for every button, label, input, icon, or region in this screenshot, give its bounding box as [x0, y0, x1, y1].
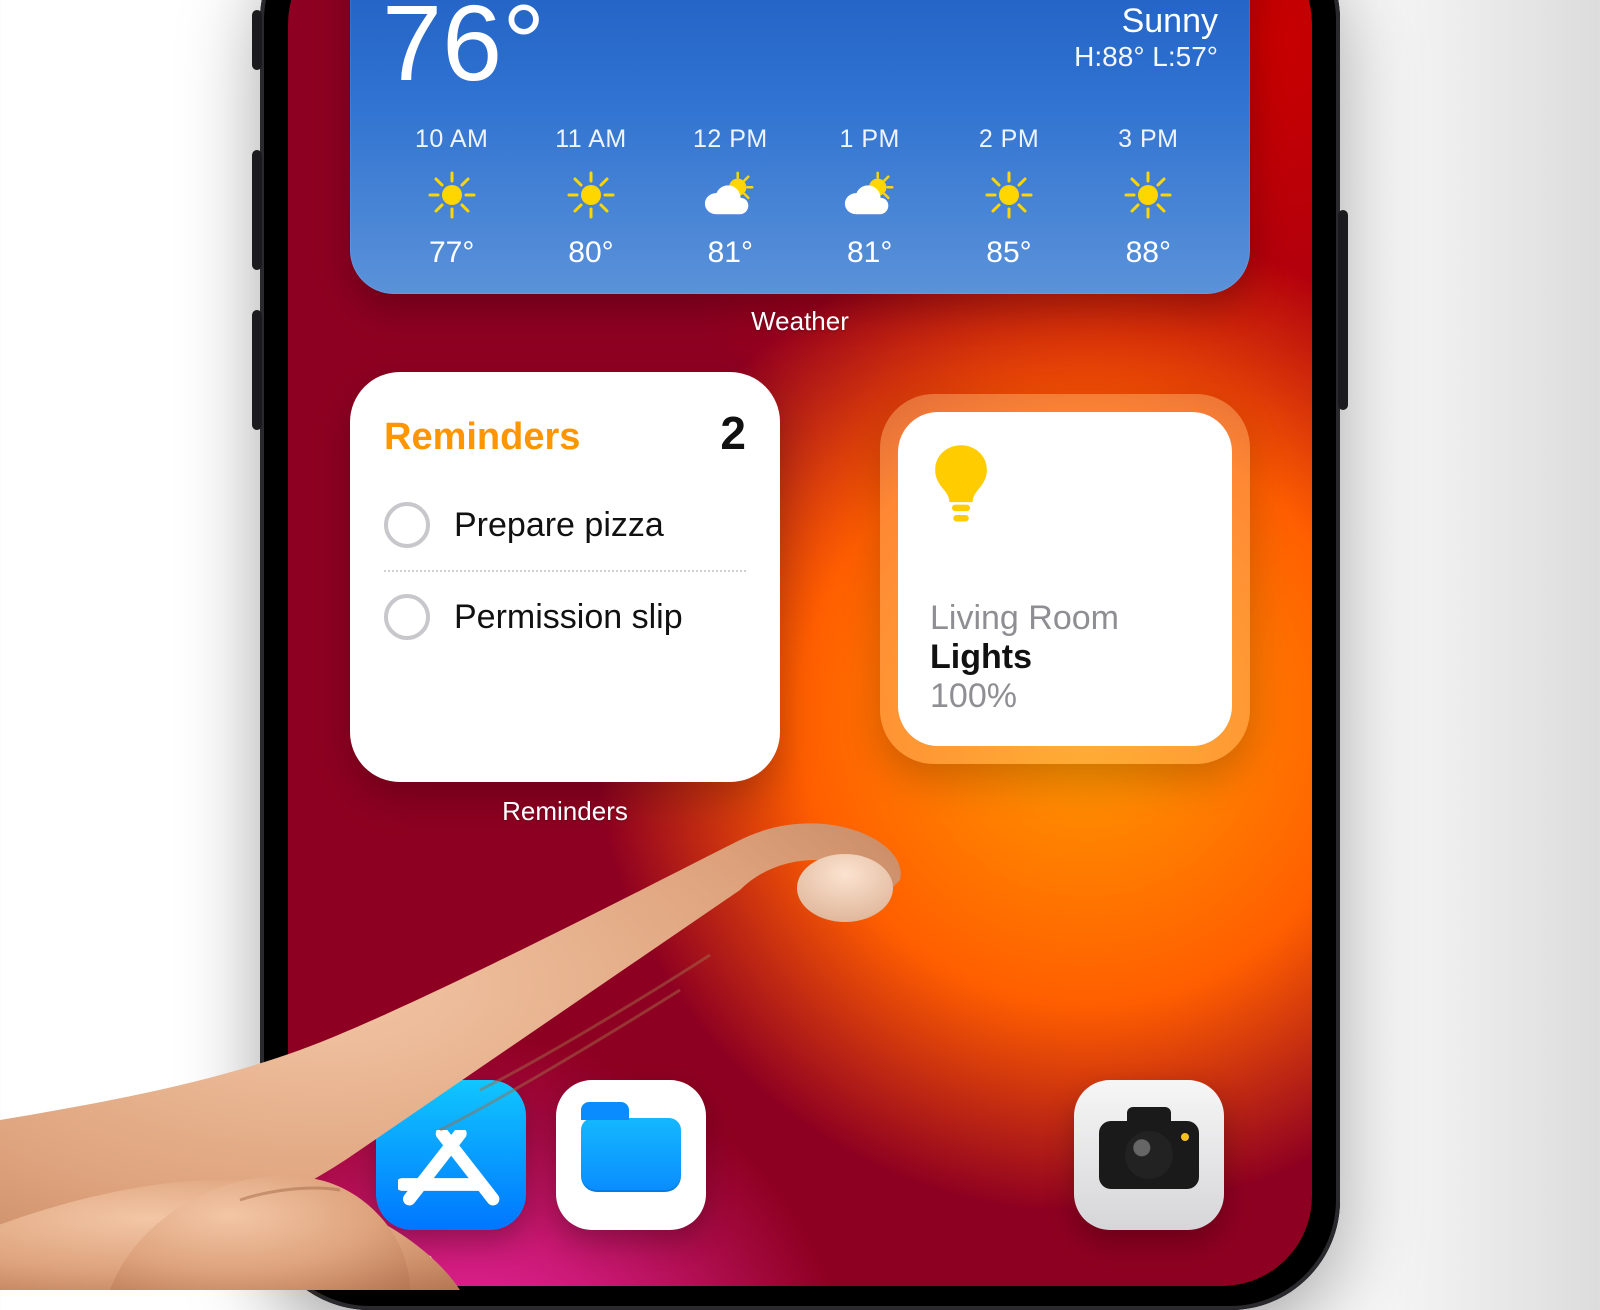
hour-label: 2 PM	[979, 125, 1039, 154]
weather-high-low: H:88° L:57°	[1074, 41, 1218, 73]
weather-widget[interactable]: Sonoma 76°	[350, 0, 1250, 294]
hour-temp: 85°	[986, 236, 1031, 270]
hourly-slot: 11 AM 80°	[521, 125, 660, 270]
home-accessory: Lights	[930, 638, 1200, 677]
hour-label: 11 AM	[555, 125, 627, 154]
hour-label: 12 PM	[693, 125, 768, 154]
partly-cloudy-icon	[703, 168, 757, 222]
volume-up-button	[252, 150, 262, 270]
power-button	[1338, 210, 1348, 410]
hour-temp: 81°	[708, 236, 753, 270]
hour-temp: 88°	[1126, 236, 1171, 270]
home-widget[interactable]: Living Room Lights 100%	[880, 394, 1250, 764]
reminders-widget[interactable]: Reminders 2 Prepare pizza Permission slip	[350, 372, 780, 782]
hour-label: 3 PM	[1118, 125, 1178, 154]
home-room: Living Room	[930, 599, 1200, 638]
reminder-checkbox[interactable]	[384, 502, 430, 548]
weather-hourly: 10 AM 77° 11 AM 80° 12 PM 81° 1 PM 81° 2…	[382, 125, 1218, 270]
weather-temp: 76°	[382, 0, 545, 97]
folder-icon	[581, 1118, 681, 1192]
sunny-icon	[1121, 168, 1175, 222]
hour-label: 10 AM	[415, 125, 488, 154]
reminders-count: 2	[720, 406, 746, 460]
camera-app-label: Camera	[288, 1245, 488, 1276]
reminders-title: Reminders	[384, 416, 580, 459]
lightbulb-icon	[930, 442, 992, 526]
hourly-slot: 2 PM 85°	[939, 125, 1078, 270]
home-screen[interactable]: Sonoma 76°	[288, 0, 1312, 1286]
reminder-checkbox[interactable]	[384, 594, 430, 640]
weather-condition: Sunny	[1074, 2, 1218, 41]
sunny-icon	[425, 168, 479, 222]
app-icon-camera[interactable]	[1074, 1080, 1224, 1230]
hour-temp: 81°	[847, 236, 892, 270]
reminder-text: Permission slip	[454, 598, 683, 637]
reminders-list: Prepare pizza Permission slip	[384, 480, 746, 662]
hourly-slot: 1 PM 81°	[800, 125, 939, 270]
partly-cloudy-icon	[843, 168, 897, 222]
hourly-slot: 10 AM 77°	[382, 125, 521, 270]
camera-icon	[1099, 1121, 1199, 1189]
sunny-icon	[564, 168, 618, 222]
hour-temp: 77°	[429, 236, 474, 270]
reminder-text: Prepare pizza	[454, 506, 664, 545]
hourly-slot: 12 PM 81°	[661, 125, 800, 270]
hour-temp: 80°	[568, 236, 613, 270]
app-icon-files[interactable]	[556, 1080, 706, 1230]
reminder-item[interactable]: Permission slip	[384, 570, 746, 662]
sunny-icon	[982, 168, 1036, 222]
hourly-slot: 3 PM 88°	[1079, 125, 1218, 270]
reminder-item[interactable]: Prepare pizza	[384, 480, 746, 570]
home-level: 100%	[930, 677, 1200, 716]
weather-widget-label: Weather	[288, 306, 1312, 337]
reminders-widget-label: Reminders	[350, 796, 780, 827]
side-button	[252, 10, 262, 70]
app-icon-appstore[interactable]	[376, 1080, 526, 1230]
phone-frame: Sonoma 76°	[260, 0, 1340, 1310]
volume-down-button	[252, 310, 262, 430]
hour-label: 1 PM	[839, 125, 899, 154]
